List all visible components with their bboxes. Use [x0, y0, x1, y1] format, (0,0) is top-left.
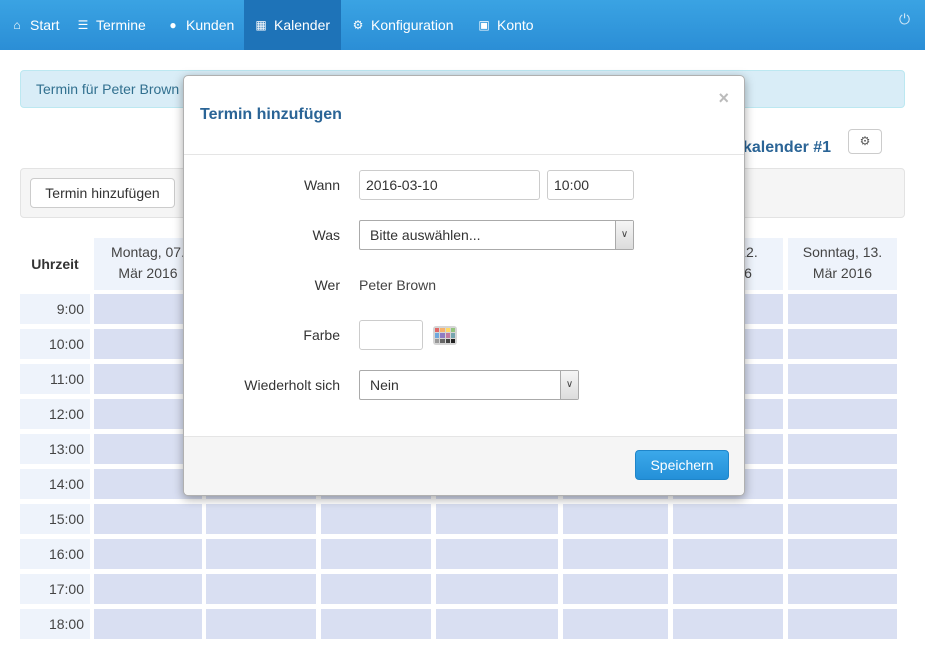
wer-label: Wer — [314, 277, 340, 293]
color-input[interactable] — [359, 320, 423, 350]
repeat-select[interactable]: Nein ∨ — [359, 370, 579, 400]
time-input[interactable]: 10:00 — [547, 170, 634, 200]
wiederholt-label: Wiederholt sich — [244, 377, 340, 393]
add-appointment-modal: Termin hinzufügen × Wann 2016-03-10 10:0… — [183, 75, 745, 496]
color-palette-icon[interactable] — [433, 326, 457, 345]
modal-title: Termin hinzufügen — [200, 106, 342, 123]
was-label: Was — [312, 227, 340, 243]
save-button[interactable]: Speichern — [635, 450, 729, 480]
close-icon[interactable]: × — [718, 88, 729, 109]
repeat-select-value: Nein — [370, 377, 399, 393]
chevron-down-icon: ∨ — [615, 221, 633, 249]
chevron-down-icon: ∨ — [560, 371, 578, 399]
was-select-value: Bitte auswählen... — [370, 227, 481, 243]
wer-value: Peter Brown — [359, 277, 437, 293]
wann-label: Wann — [303, 177, 340, 193]
modal-divider — [184, 154, 744, 155]
farbe-label: Farbe — [303, 327, 340, 343]
was-select[interactable]: Bitte auswählen... ∨ — [359, 220, 634, 250]
date-input[interactable]: 2016-03-10 — [359, 170, 540, 200]
